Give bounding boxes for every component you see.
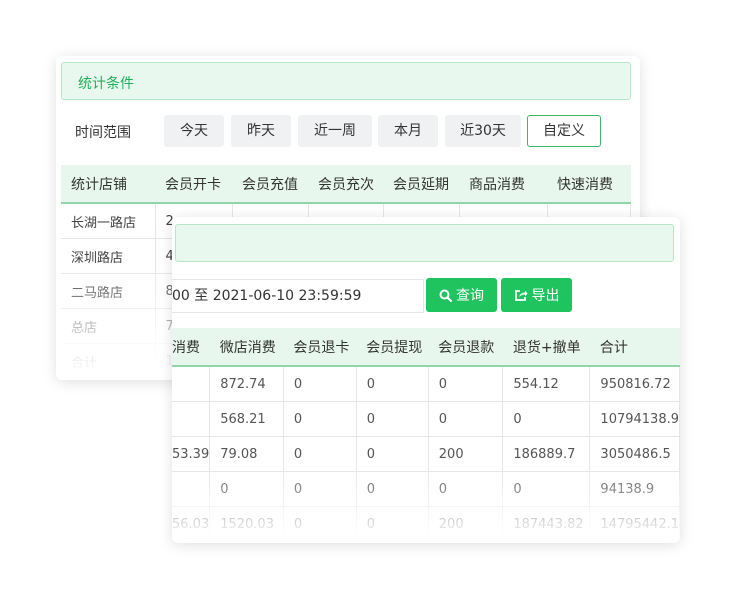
condition-header: 统计条件 bbox=[61, 62, 631, 100]
table-cell: 10794138.9 bbox=[589, 401, 680, 437]
statistics-panel-front: 00 至 2021-06-10 23:59:59 查询 导出 消费 微店消费 会… bbox=[172, 217, 680, 543]
query-label: 查询 bbox=[456, 288, 484, 304]
table-cell bbox=[172, 471, 211, 507]
table-cell: 0 bbox=[283, 401, 357, 437]
table-cell: 94138.9 bbox=[589, 471, 680, 507]
share-square-icon bbox=[514, 289, 527, 301]
search-icon bbox=[439, 289, 452, 302]
table-row: 568.21 0 0 0 0 10794138.9 bbox=[172, 401, 680, 437]
query-button[interactable]: 查询 bbox=[426, 278, 497, 312]
table-cell: 0 bbox=[209, 471, 284, 507]
table-cell: 0 bbox=[283, 471, 357, 507]
table-cell: 568.21 bbox=[209, 401, 284, 437]
table-cell: 总店 bbox=[61, 308, 156, 344]
table-cell: 53.39 bbox=[172, 436, 211, 472]
export-button[interactable]: 导出 bbox=[501, 278, 572, 312]
col-recharge-times: 会员充次 bbox=[308, 165, 383, 204]
custom-range-button[interactable]: 自定义 bbox=[527, 115, 601, 147]
col-extension: 会员延期 bbox=[383, 165, 459, 204]
col-card-open: 会员开卡 bbox=[155, 165, 232, 204]
table-row: 0 0 0 0 0 94138.9 bbox=[172, 471, 680, 507]
col-total: 合计 bbox=[589, 328, 680, 367]
table-row: 56.03 1520.03 0 0 200 187443.82 14795442… bbox=[172, 506, 680, 542]
col-refund: 会员退款 bbox=[428, 328, 503, 367]
date-range-input[interactable]: 00 至 2021-06-10 23:59:59 bbox=[172, 279, 424, 313]
col-return-cancel: 退货+撤单 bbox=[502, 328, 590, 367]
condition-title: 统计条件 bbox=[78, 76, 134, 92]
this-month-button[interactable]: 本月 bbox=[378, 115, 438, 147]
time-range-label: 时间范围 bbox=[75, 125, 131, 141]
table-row: 872.74 0 0 0 554.12 950816.72 bbox=[172, 366, 680, 402]
last-30-days-button[interactable]: 近30天 bbox=[445, 115, 521, 147]
table-cell: 0 bbox=[356, 506, 429, 542]
table-cell: 186889.7 bbox=[502, 436, 591, 472]
table-cell bbox=[172, 366, 211, 402]
col-consume: 消费 bbox=[172, 328, 210, 367]
table-cell: 187443.82 bbox=[502, 506, 591, 542]
table-header-row: 统计店铺 会员开卡 会员充值 会员充次 会员延期 商品消费 快速消费 bbox=[61, 165, 631, 204]
table-cell: 长湖一路店 bbox=[61, 203, 156, 239]
col-microstore-consume: 微店消费 bbox=[209, 328, 284, 367]
table-cell: 0 bbox=[283, 366, 357, 402]
table-cell: 深圳路店 bbox=[61, 238, 156, 274]
table-cell: 0 bbox=[428, 366, 504, 402]
last-week-button[interactable]: 近一周 bbox=[298, 115, 372, 147]
table-row: 53.39 79.08 0 0 200 186889.7 3050486.5 bbox=[172, 436, 680, 472]
table-cell: 0 bbox=[283, 506, 357, 542]
stats-result-table: 消费 微店消费 会员退卡 会员提现 会员退款 退货+撤单 合计 872.74 0… bbox=[172, 328, 680, 542]
table-cell: 合计 bbox=[61, 343, 156, 379]
table-cell: 0 bbox=[502, 401, 591, 437]
col-recharge: 会员充值 bbox=[232, 165, 308, 204]
col-quick-consume: 快速消费 bbox=[547, 165, 631, 204]
table-cell: 0 bbox=[356, 366, 429, 402]
table-cell: 3050486.5 bbox=[589, 436, 680, 472]
col-store: 统计店铺 bbox=[61, 165, 155, 204]
table-cell: 554.12 bbox=[502, 366, 591, 402]
table-cell bbox=[172, 401, 211, 437]
today-button[interactable]: 今天 bbox=[164, 115, 224, 147]
yesterday-button[interactable]: 昨天 bbox=[231, 115, 291, 147]
col-withdraw: 会员提现 bbox=[356, 328, 429, 367]
table-cell: 200 bbox=[428, 436, 504, 472]
table-cell: 0 bbox=[283, 436, 357, 472]
export-label: 导出 bbox=[531, 288, 560, 304]
table-cell: 56.03 bbox=[172, 506, 211, 542]
table-cell: 1520.03 bbox=[209, 506, 284, 542]
table-cell: 950816.72 bbox=[589, 366, 680, 402]
table-cell: 二马路店 bbox=[61, 273, 156, 309]
table-cell: 0 bbox=[356, 471, 429, 507]
table-cell: 0 bbox=[428, 401, 504, 437]
table-cell: 0 bbox=[502, 471, 591, 507]
table-header-row: 消费 微店消费 会员退卡 会员提现 会员退款 退货+撤单 合计 bbox=[172, 328, 680, 367]
table-cell: 14795442.1 bbox=[589, 506, 680, 542]
col-card-refund: 会员退卡 bbox=[283, 328, 357, 367]
table-cell: 0 bbox=[356, 401, 429, 437]
table-cell: 0 bbox=[428, 471, 504, 507]
col-goods-consume: 商品消费 bbox=[459, 165, 547, 204]
condition-header bbox=[175, 224, 674, 262]
table-cell: 79.08 bbox=[209, 436, 284, 472]
table-cell: 0 bbox=[356, 436, 429, 472]
table-cell: 872.74 bbox=[209, 366, 284, 402]
table-cell: 200 bbox=[428, 506, 504, 542]
